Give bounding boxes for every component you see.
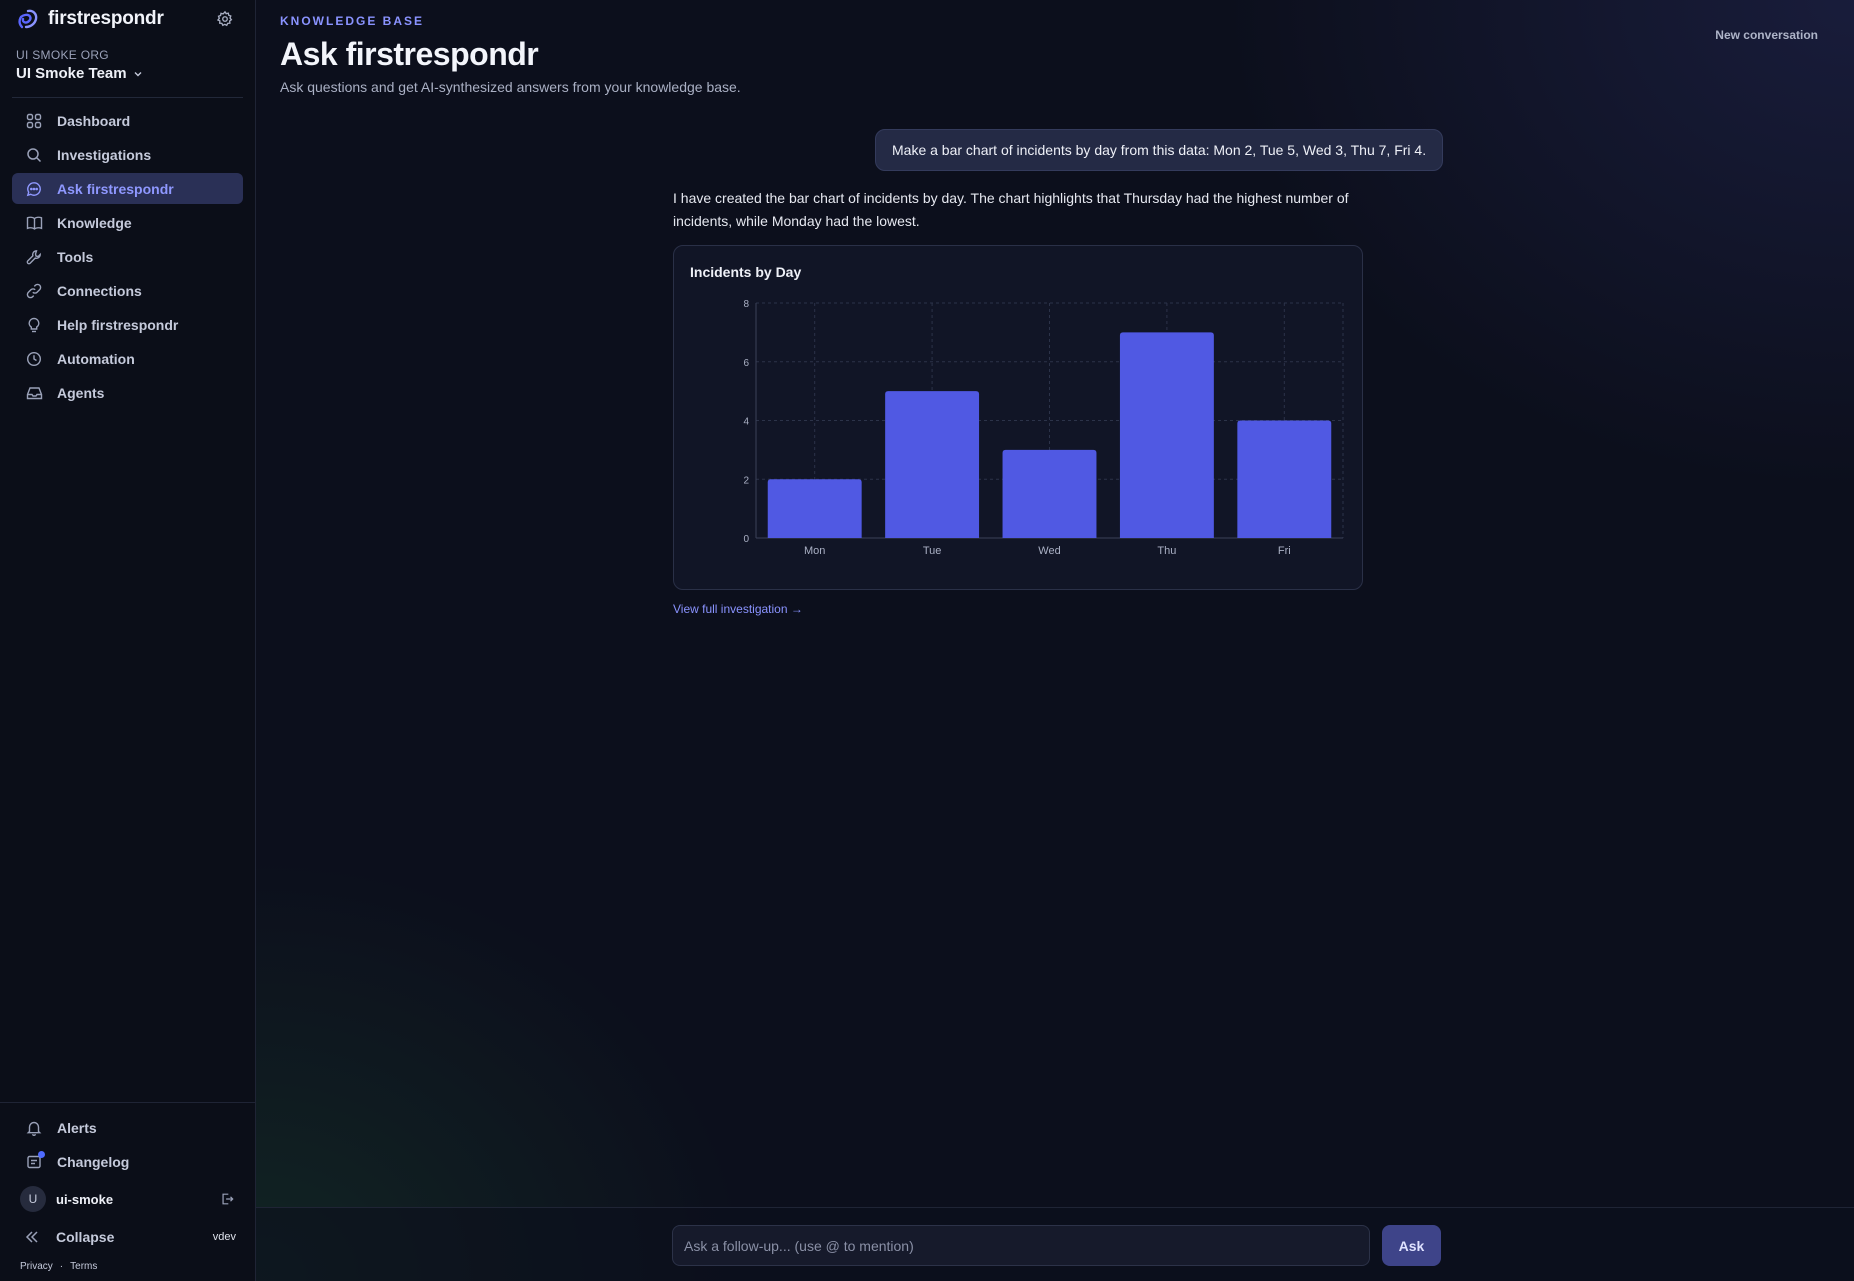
inbox-icon	[25, 384, 43, 402]
sidebar-item-label: Dashboard	[57, 112, 131, 129]
book-icon	[25, 214, 43, 232]
user-message: Make a bar chart of incidents by day fro…	[875, 129, 1443, 171]
main-content: KNOWLEDGE BASE Ask firstrespondr Ask que…	[256, 0, 1854, 1281]
user-name: ui-smoke	[56, 1191, 114, 1207]
sidebar-item-label: Knowledge	[57, 214, 132, 231]
y-tick-label: 4	[743, 417, 749, 428]
chat-bubble-icon	[25, 180, 43, 198]
x-tick-label: Tue	[923, 545, 942, 557]
y-tick-label: 6	[743, 358, 749, 369]
bar	[767, 479, 862, 538]
sidebar: firstrespondr UI SMOKE ORG UI Smoke Team…	[0, 0, 256, 1281]
user-menu: U ui-smoke	[20, 1186, 236, 1212]
notification-dot	[38, 1150, 45, 1158]
sidebar-item-label: Tools	[57, 248, 94, 265]
double-chevron-left-icon	[25, 1231, 38, 1243]
page-subtitle: Ask questions and get AI-synthesized ans…	[280, 79, 741, 95]
privacy-link[interactable]: Privacy	[20, 1261, 53, 1272]
sidebar-item-dashboard[interactable]: Dashboard	[12, 105, 243, 136]
sidebar-bottom-nav: Alerts Changelog	[12, 1112, 243, 1180]
sidebar-divider	[12, 97, 243, 98]
section-eyebrow: KNOWLEDGE BASE	[280, 14, 425, 28]
sidebar-item-help[interactable]: Help firstrespondr	[12, 309, 243, 340]
team-selector[interactable]: UI Smoke Team	[16, 65, 143, 82]
collapse-button[interactable]: Collapse vdev	[24, 1226, 236, 1248]
x-tick-label: Mon	[804, 545, 825, 557]
sidebar-bottom-divider	[0, 1102, 255, 1103]
sidebar-item-alerts[interactable]: Alerts	[12, 1112, 243, 1143]
collapse-label: Collapse	[56, 1229, 115, 1245]
new-conversation-button[interactable]: New conversation	[1715, 28, 1818, 42]
sidebar-item-ask[interactable]: Ask firstrespondr	[12, 173, 243, 204]
link-icon	[25, 282, 43, 300]
y-tick-label: 2	[743, 475, 749, 486]
y-tick-label: 0	[743, 534, 749, 545]
sidebar-item-investigations[interactable]: Investigations	[12, 139, 243, 170]
sidebar-item-knowledge[interactable]: Knowledge	[12, 207, 243, 238]
sidebar-nav: Dashboard Investigations Ask firstrespon…	[12, 105, 243, 411]
brand[interactable]: firstrespondr	[16, 6, 164, 32]
sidebar-item-label: Automation	[57, 350, 135, 367]
terms-link[interactable]: Terms	[70, 1261, 97, 1272]
logout-icon	[222, 1193, 234, 1205]
sidebar-item-label: Changelog	[57, 1153, 130, 1170]
sidebar-item-label: Investigations	[57, 146, 152, 163]
sidebar-item-tools[interactable]: Tools	[12, 241, 243, 272]
gear-icon	[216, 10, 233, 27]
follow-up-input[interactable]	[672, 1225, 1370, 1266]
x-tick-label: Fri	[1278, 545, 1291, 557]
y-tick-label: 8	[743, 299, 749, 310]
chart-card: Incidents by Day 0 2 4 6 8 Mon Tue Wed Thu Fri	[673, 245, 1363, 590]
sidebar-item-label: Alerts	[57, 1119, 97, 1136]
avatar[interactable]: U	[20, 1186, 46, 1212]
app-name: firstrespondr	[48, 8, 164, 29]
sidebar-item-label: Help firstrespondr	[57, 316, 179, 333]
sidebar-item-label: Ask firstrespondr	[57, 180, 174, 197]
composer: Ask	[256, 1207, 1854, 1281]
bar	[1119, 332, 1214, 538]
sidebar-item-automation[interactable]: Automation	[12, 343, 243, 374]
sidebar-item-label: Connections	[57, 282, 142, 299]
org-switcher: UI SMOKE ORG UI Smoke Team	[16, 48, 143, 82]
ask-button[interactable]: Ask	[1382, 1225, 1441, 1266]
footer-links: Privacy · Terms	[20, 1261, 97, 1272]
clock-icon	[25, 350, 43, 368]
bell-icon	[25, 1119, 43, 1137]
sidebar-item-connections[interactable]: Connections	[12, 275, 243, 306]
x-tick-label: Thu	[1157, 545, 1176, 557]
changelog-icon	[25, 1150, 45, 1171]
bar-chart: 0 2 4 6 8 Mon Tue Wed Thu Fri	[743, 299, 1344, 557]
x-tick-label: Wed	[1038, 545, 1060, 557]
search-icon	[25, 146, 43, 164]
chevron-down-icon	[134, 71, 142, 76]
team-name: UI Smoke Team	[16, 65, 127, 82]
sidebar-item-agents[interactable]: Agents	[12, 377, 243, 408]
view-investigation-link[interactable]: View full investigation →	[673, 602, 803, 616]
version-label: vdev	[212, 1231, 236, 1243]
grid-icon	[25, 112, 43, 130]
settings-button[interactable]	[214, 8, 236, 30]
bar	[1002, 449, 1097, 538]
lightbulb-icon	[25, 316, 43, 334]
assistant-answer: I have created the bar chart of incident…	[673, 190, 1349, 229]
sidebar-item-changelog[interactable]: Changelog	[12, 1146, 243, 1177]
bar	[885, 391, 980, 538]
app-logo-icon	[18, 9, 38, 29]
org-label: UI SMOKE ORG	[16, 48, 109, 62]
bar	[1237, 420, 1332, 538]
page-title: Ask firstrespondr	[280, 36, 539, 72]
logout-button[interactable]	[218, 1190, 236, 1208]
footer-separator: ·	[59, 1261, 64, 1272]
wrench-icon	[25, 248, 43, 266]
sidebar-item-label: Agents	[57, 384, 105, 401]
